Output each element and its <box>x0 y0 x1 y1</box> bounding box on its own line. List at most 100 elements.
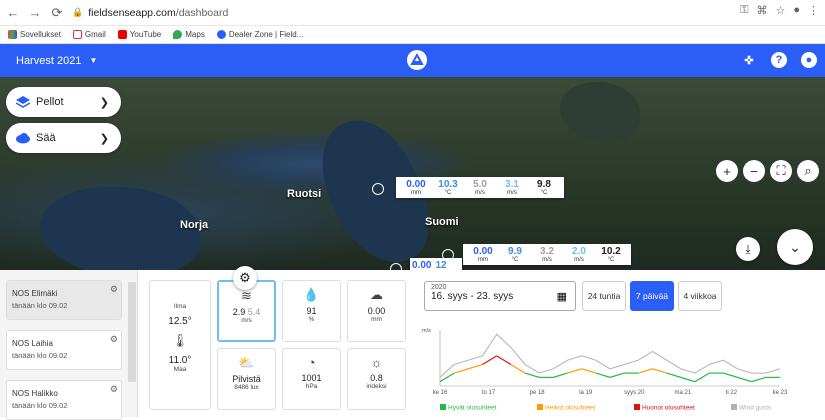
reload-icon[interactable]: ⟳ <box>48 4 66 22</box>
gear-icon[interactable]: ⚙ <box>233 266 257 290</box>
station-marker[interactable] <box>390 263 402 270</box>
bookmark-gmail[interactable]: Gmail <box>72 30 106 39</box>
weather-unit: m/s <box>542 257 552 263</box>
fields-layer-button[interactable]: Pellot ❯ <box>6 87 121 117</box>
address-bar[interactable]: 🔒 fieldsenseapp.com/dashboard <box>72 3 228 23</box>
weather-value: 3.2 <box>540 246 554 257</box>
series-segment-wind <box>751 376 767 383</box>
forward-icon[interactable]: → <box>26 4 44 22</box>
zoom-in-icon[interactable]: + <box>716 160 738 182</box>
calendar-icon[interactable]: ▦ <box>557 290 567 303</box>
series-segment-wind <box>482 355 497 365</box>
weather-popup-partial[interactable]: 0.00 12 <box>410 258 462 270</box>
weather-popup[interactable]: 0.00 mm 9.9 °C 3.2 m/s 2.0 m/s 10.2 °C <box>463 244 631 265</box>
weather-value: 10.3 <box>438 179 458 190</box>
range-24h-button[interactable]: 24 tuntia <box>582 281 626 311</box>
series-segment-wind <box>609 372 625 378</box>
back-icon[interactable]: ← <box>4 4 22 22</box>
weather-value-cell: 0.00 mm <box>467 246 499 263</box>
download-icon[interactable]: ⤓ <box>736 237 760 261</box>
cloud-icon <box>16 133 30 144</box>
weather-value: 9.9 <box>508 246 522 257</box>
range-4w-button[interactable]: 4 viikkoa <box>678 281 722 311</box>
thermometer-icon: 🌡 <box>171 333 189 348</box>
series-segment-wind <box>524 372 540 378</box>
station-item[interactable]: NOS Halikko tänään klo 09.02 ⚙ <box>6 380 122 420</box>
weather-value-cell: 9.8 °C <box>528 179 560 196</box>
date-range-picker[interactable]: 2020 16. syys - 23. syys ▦ <box>424 281 576 311</box>
bookmark-youtube[interactable]: YouTube <box>117 30 161 39</box>
weather-unit: mm <box>411 190 421 196</box>
legend-swatch <box>440 404 446 410</box>
fullscreen-icon[interactable]: ⛶ <box>770 160 792 182</box>
series-segment-wind <box>439 372 455 383</box>
legend-swatch <box>537 404 543 410</box>
pressure-tile[interactable]: ◔ 1001 hPa <box>282 348 341 410</box>
temperature-tile[interactable]: Ilma 12.5° 🌡 11.0° Maa <box>149 280 211 410</box>
chevron-down-icon: ⌄ <box>789 238 801 255</box>
legend-label: Heikot olosuhteet <box>545 405 595 412</box>
apps-icon <box>8 30 17 39</box>
humidity-tile[interactable]: 💧 91 % <box>282 280 341 342</box>
weather-unit: m/s <box>507 190 517 196</box>
search-icon[interactable]: ⌕ <box>797 160 819 182</box>
series-segment-wind <box>510 363 526 374</box>
account-icon[interactable]: ● <box>801 52 817 68</box>
scrollbar[interactable] <box>128 282 136 382</box>
weather-unit: m/s <box>475 190 485 196</box>
uv-tile[interactable]: ☼ 0.8 indeksi <box>347 348 406 410</box>
station-marker[interactable] <box>372 183 384 195</box>
chevron-right-icon: ❯ <box>99 132 109 145</box>
gear-icon[interactable]: ⚙ <box>110 334 118 345</box>
label-sweden: Ruotsi <box>287 188 322 200</box>
label-finland: Suomi <box>425 216 459 228</box>
range-7d-button[interactable]: 7 päivää <box>630 281 674 311</box>
app-logo[interactable] <box>407 50 427 70</box>
station-item[interactable]: NOS Laihia tänään klo 09.02 ⚙ <box>6 330 122 370</box>
weather-layer-button[interactable]: Sää ❯ <box>6 123 121 153</box>
weather-value-cell: 10.2 °C <box>595 246 627 263</box>
translate-icon[interactable]: ⌘ <box>756 4 767 17</box>
key-icon[interactable]: ⚿ <box>740 4 748 17</box>
gauge-icon: ◔ <box>307 355 316 370</box>
zoom-out-icon[interactable]: − <box>743 160 765 182</box>
station-item[interactable]: NOS Elimäki tänään klo 09.02 ⚙ <box>6 280 122 320</box>
x-tick-label: ke 16 <box>433 390 448 396</box>
bookmark-dealer[interactable]: Dealer Zone | Field... <box>216 30 303 39</box>
gmail-icon <box>72 30 82 39</box>
legend-label: Hyvät olosuhteet <box>448 405 497 412</box>
station-list: NOS Elimäki tänään klo 09.02 ⚙ NOS Laihi… <box>0 270 138 420</box>
weather-popup[interactable]: 0.00 mm 10.3 °C 5.0 m/s 3.1 m/s 9.8 °C <box>396 177 564 198</box>
youtube-icon <box>117 30 127 39</box>
sky-tile[interactable]: ⛅ Pilvistä 8486 lux <box>217 348 276 410</box>
partly-cloudy-icon: ⛅ <box>238 355 255 370</box>
land-patch <box>560 82 640 142</box>
x-tick-label: la 19 <box>579 390 593 396</box>
lifebuoy-icon[interactable]: ✜ <box>741 52 757 68</box>
caret-down-icon: ▼ <box>89 56 98 65</box>
map-view[interactable]: Pellot ❯ Sää ❯ Ruotsi Suomi Norja 0.00 mm… <box>0 77 825 270</box>
weather-value: 0.00 <box>406 179 426 190</box>
bookmark-apps[interactable]: Sovellukset <box>8 30 61 39</box>
rain-tile[interactable]: ☁ 0.00 mm <box>347 280 406 342</box>
sun-icon: ☼ <box>370 355 383 370</box>
expand-panel-button[interactable]: ⌄ <box>777 229 813 265</box>
profile-icon[interactable]: ● <box>793 4 800 17</box>
legend-label: Huonot olosuhteet <box>642 405 695 412</box>
x-tick-label: ti 22 <box>726 390 738 396</box>
weather-value: 10.2 <box>601 246 621 257</box>
series-segment-wind <box>581 368 597 374</box>
wind-chart: m/s ke 16 to 17 pe 18 la 19 syys 20 ma 21 ti 22… <box>422 328 788 412</box>
weather-value-cell: 10.3 °C <box>432 179 464 196</box>
menu-icon[interactable]: ⋮ <box>808 4 819 17</box>
star-icon[interactable]: ☆ <box>775 4 785 17</box>
bookmark-maps[interactable]: Maps <box>173 30 205 39</box>
series-segment-wind <box>567 368 582 374</box>
gear-icon[interactable]: ⚙ <box>110 384 118 395</box>
weather-value-cell: 0.00 mm <box>400 179 432 196</box>
season-selector[interactable]: Harvest 2021 ▼ <box>16 55 97 67</box>
weather-unit: mm <box>478 257 488 263</box>
series-line-gusts <box>439 333 781 378</box>
help-icon[interactable]: ? <box>771 52 787 68</box>
gear-icon[interactable]: ⚙ <box>110 284 118 295</box>
